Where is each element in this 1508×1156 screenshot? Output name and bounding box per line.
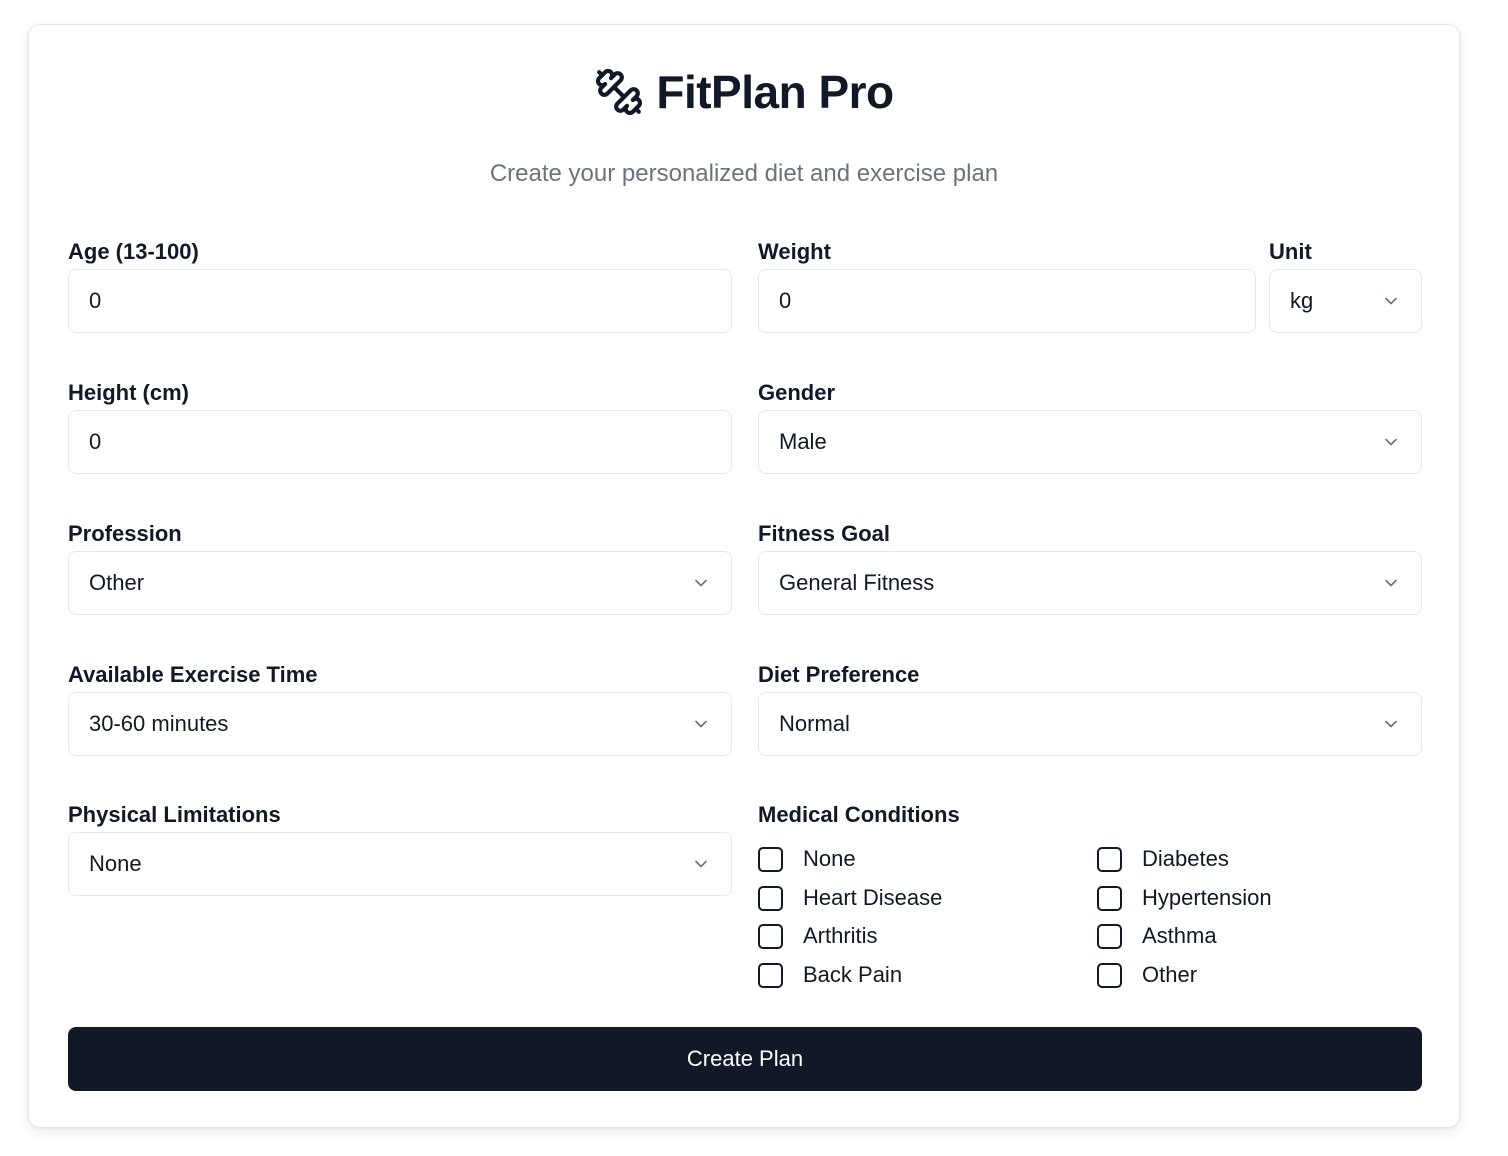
checkbox-label: Arthritis (803, 923, 878, 948)
diet-preference-field: Diet Preference Normal (758, 662, 1422, 756)
profession-label: Profession (68, 521, 182, 546)
exercise-time-select[interactable]: 30-60 minutes (68, 692, 732, 756)
diet-preference-label: Diet Preference (758, 662, 920, 687)
physical-limitations-value: None (89, 851, 142, 876)
checkbox-back-pain[interactable]: Back Pain (758, 962, 902, 988)
checkbox[interactable] (1097, 923, 1122, 949)
fitness-goal-select[interactable]: General Fitness (758, 551, 1422, 615)
profession-select[interactable]: Other (68, 551, 732, 615)
exercise-time-label: Available Exercise Time (68, 662, 318, 687)
unit-label: Unit (1269, 239, 1312, 264)
age-input[interactable]: 0 (68, 269, 732, 333)
unit-select[interactable]: kg (1269, 269, 1422, 333)
checkbox[interactable] (1097, 885, 1122, 911)
physical-limitations-field: Physical Limitations None (68, 802, 732, 896)
physical-limitations-label: Physical Limitations (68, 802, 281, 827)
app-title: FitPlan Pro (656, 66, 894, 118)
checkbox-label: Heart Disease (803, 885, 943, 910)
unit-field: Unit kg (1269, 239, 1422, 333)
fitness-goal-field: Fitness Goal General Fitness (758, 521, 1422, 615)
gender-value: Male (779, 429, 827, 454)
checkbox[interactable] (1097, 962, 1122, 988)
header: FitPlan Pro (29, 65, 1459, 119)
age-label: Age (13-100) (68, 239, 199, 264)
checkbox-label: None (803, 846, 856, 871)
gender-field: Gender Male (758, 380, 1422, 474)
checkbox-asthma[interactable]: Asthma (1097, 923, 1217, 949)
checkbox[interactable] (758, 923, 783, 949)
page-subtitle: Create your personalized diet and exerci… (489, 160, 999, 187)
gender-label: Gender (758, 380, 836, 405)
checkbox[interactable] (1097, 846, 1122, 872)
chevron-down-icon (695, 720, 707, 728)
weight-field: Weight 0 (758, 239, 1256, 333)
checkbox[interactable] (758, 885, 783, 911)
weight-label: Weight (758, 239, 831, 264)
profession-value: Other (89, 570, 145, 595)
checkbox-none[interactable]: None (758, 846, 856, 872)
checkbox-label: Hypertension (1142, 885, 1272, 910)
checkbox[interactable] (758, 846, 783, 872)
age-field: Age (13-100) 0 (68, 239, 732, 333)
dumbbell-icon (594, 67, 644, 117)
exercise-time-field: Available Exercise Time 30-60 minutes (68, 662, 732, 756)
fitness-goal-label: Fitness Goal (758, 521, 891, 546)
physical-limitations-select[interactable]: None (68, 832, 732, 896)
chevron-down-icon (1385, 438, 1397, 446)
fitness-goal-value: General Fitness (779, 570, 935, 595)
checkbox-heart-disease[interactable]: Heart Disease (758, 885, 942, 911)
checkbox-label: Asthma (1142, 923, 1217, 948)
medical-conditions-label: Medical Conditions (758, 802, 960, 827)
weight-input[interactable]: 0 (758, 269, 1256, 333)
diet-preference-select[interactable]: Normal (758, 692, 1422, 756)
checkbox-hypertension[interactable]: Hypertension (1097, 885, 1272, 911)
height-label: Height (cm) (68, 380, 189, 405)
age-value: 0 (89, 288, 102, 313)
checkbox[interactable] (758, 962, 783, 988)
checkbox-label: Back Pain (803, 962, 903, 987)
chevron-down-icon (1385, 720, 1397, 728)
height-value: 0 (89, 429, 102, 454)
medical-conditions-field: Medical Conditions (758, 802, 1422, 832)
checkbox-diabetes[interactable]: Diabetes (1097, 846, 1229, 872)
chevron-down-icon (1385, 297, 1397, 305)
checkbox-label: Other (1142, 962, 1198, 987)
profession-field: Profession Other (68, 521, 732, 615)
chevron-down-icon (1385, 579, 1397, 587)
diet-preference-value: Normal (779, 711, 850, 736)
form-card: FitPlan Pro Create your personalized die… (28, 24, 1460, 1128)
checkbox-label: Diabetes (1142, 846, 1229, 871)
create-plan-button[interactable]: Create Plan (68, 1027, 1422, 1091)
unit-value: kg (1290, 288, 1314, 313)
height-input[interactable]: 0 (68, 410, 732, 474)
checkbox-other[interactable]: Other (1097, 962, 1197, 988)
gender-select[interactable]: Male (758, 410, 1422, 474)
checkbox-arthritis[interactable]: Arthritis (758, 923, 878, 949)
chevron-down-icon (695, 860, 707, 868)
exercise-time-value: 30-60 minutes (89, 711, 229, 736)
weight-value: 0 (779, 288, 792, 313)
height-field: Height (cm) 0 (68, 380, 732, 474)
chevron-down-icon (695, 579, 707, 587)
